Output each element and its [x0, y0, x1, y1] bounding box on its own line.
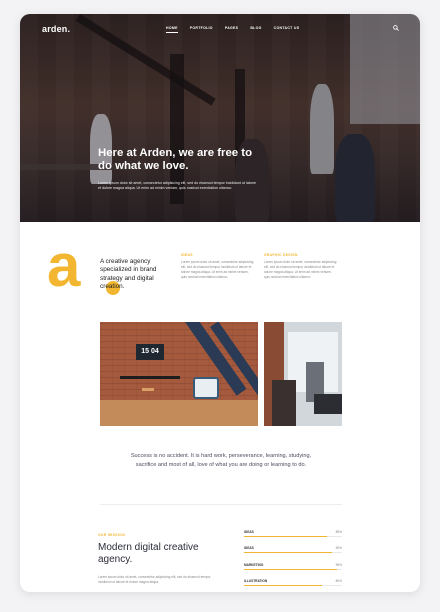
skill-fill: [244, 536, 328, 538]
ideas-heading: IDEAS: [181, 253, 193, 257]
floor: [100, 400, 258, 426]
office-photo: [100, 322, 258, 426]
browser-frame: arden. HOME PORTFOLIO PAGES BLOG CONTACT…: [20, 14, 420, 592]
stool: [142, 388, 154, 391]
hero-text: Lorem ipsum dolor sit amet, consectetur …: [98, 181, 257, 191]
skill-track: [244, 569, 342, 571]
skill-fill: [244, 585, 323, 587]
brand-letter: a: [47, 232, 81, 299]
mission-label: OUR MISSION: [98, 533, 126, 537]
skill-bar: IDEAS 90%: [244, 546, 342, 554]
skill-name: IDEAS: [244, 530, 254, 534]
main-menu: HOME PORTFOLIO PAGES BLOG CONTACT US: [166, 26, 299, 33]
skill-bar: IDEAS 85%: [244, 530, 342, 538]
hero-section: arden. HOME PORTFOLIO PAGES BLOG CONTACT…: [20, 14, 420, 222]
search-icon[interactable]: [393, 25, 399, 33]
nav-blog[interactable]: BLOG: [250, 26, 261, 33]
monitor: [314, 394, 342, 414]
design-column: GRAPHIC DESIGN Lorem ipsum dolor sit ame…: [264, 253, 338, 280]
design-text: Lorem ipsum dolor sit amet, consectetur …: [264, 260, 337, 279]
desk: [120, 376, 180, 379]
ideas-column: IDEAS Lorem ipsum dolor sit amet, consec…: [181, 253, 255, 280]
skill-percent: 80%: [335, 579, 342, 583]
quote-text: Success is no accident. It is hard work,…: [130, 453, 312, 468]
skill-name: IDEAS: [244, 546, 254, 550]
section-divider: [100, 504, 342, 505]
nav-pages[interactable]: PAGES: [225, 26, 239, 33]
nav-contact[interactable]: CONTACT US: [274, 26, 300, 33]
nav-portfolio[interactable]: PORTFOLIO: [190, 26, 213, 33]
mission-text: Lorem ipsum dolor sit amet, consectetur …: [98, 575, 211, 584]
armchair: [193, 377, 219, 399]
site-logo[interactable]: arden.: [42, 24, 70, 34]
skill-percent: 90%: [335, 546, 342, 550]
hero-title: Here at Arden, we are free to do what we…: [98, 147, 253, 172]
wall-clock: 15 04: [136, 344, 164, 360]
team-person: [272, 380, 296, 426]
nav-home[interactable]: HOME: [166, 26, 178, 33]
skill-percent: 95%: [335, 563, 342, 567]
intro-title: A creative agency specialized in brand s…: [100, 258, 157, 291]
skill-bar: MARKETING 95%: [244, 563, 342, 571]
team-photo: [264, 322, 342, 426]
skill-track: [244, 552, 342, 554]
design-heading: GRAPHIC DESIGN: [264, 253, 298, 257]
ideas-text: Lorem ipsum dolor sit amet, consectetur …: [181, 260, 254, 279]
skill-track: [244, 585, 342, 587]
skill-name: ILLUSTRATION: [244, 579, 268, 583]
skill-fill: [244, 569, 338, 571]
skill-bar: ILLUSTRATION 80%: [244, 579, 342, 587]
skill-name: MARKETING: [244, 563, 264, 567]
mission-title: Modern digital creative agency.: [98, 542, 199, 565]
skill-track: [244, 536, 342, 538]
top-navbar: arden. HOME PORTFOLIO PAGES BLOG CONTACT…: [20, 14, 420, 44]
skill-percent: 85%: [335, 530, 342, 534]
skill-fill: [244, 552, 333, 554]
